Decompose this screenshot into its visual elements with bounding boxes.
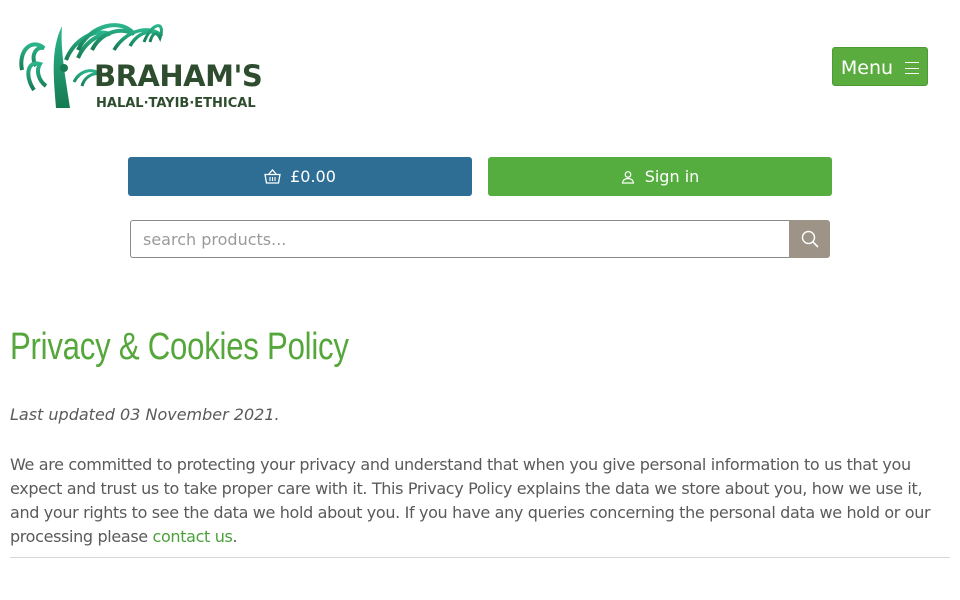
menu-button[interactable]: Menu [832, 47, 928, 86]
intro-end: . [232, 527, 238, 546]
menu-button-label: Menu [840, 57, 894, 79]
search-bar [130, 220, 830, 258]
site-logo[interactable]: BRAHAM'S HALAL·TAYIB·ETHICAL [14, 20, 264, 112]
abrahams-logo-graphic: BRAHAM'S HALAL·TAYIB·ETHICAL [19, 23, 263, 111]
hamburger-icon [905, 62, 920, 74]
sign-in-button[interactable]: Sign in [488, 157, 832, 196]
logo-wordmark: BRAHAM'S [94, 59, 262, 93]
sign-in-label: Sign in [644, 167, 700, 186]
search-icon [801, 230, 819, 248]
page-title: Privacy & Cookies Policy [10, 326, 349, 368]
content-divider [10, 557, 950, 558]
basket-total: £0.00 [290, 167, 336, 186]
basket-icon [264, 169, 281, 184]
user-icon [621, 170, 635, 184]
search-input[interactable] [130, 220, 789, 258]
basket-button[interactable]: £0.00 [128, 157, 472, 196]
logo-tagline: HALAL·TAYIB·ETHICAL [96, 96, 256, 111]
intro-paragraph: We are committed to protecting your priv… [10, 453, 955, 549]
contact-us-link[interactable]: contact us [153, 527, 233, 546]
intro-text: We are committed to protecting your priv… [10, 455, 931, 546]
last-updated-text: Last updated 03 November 2021. [10, 405, 280, 424]
search-button[interactable] [789, 220, 830, 258]
